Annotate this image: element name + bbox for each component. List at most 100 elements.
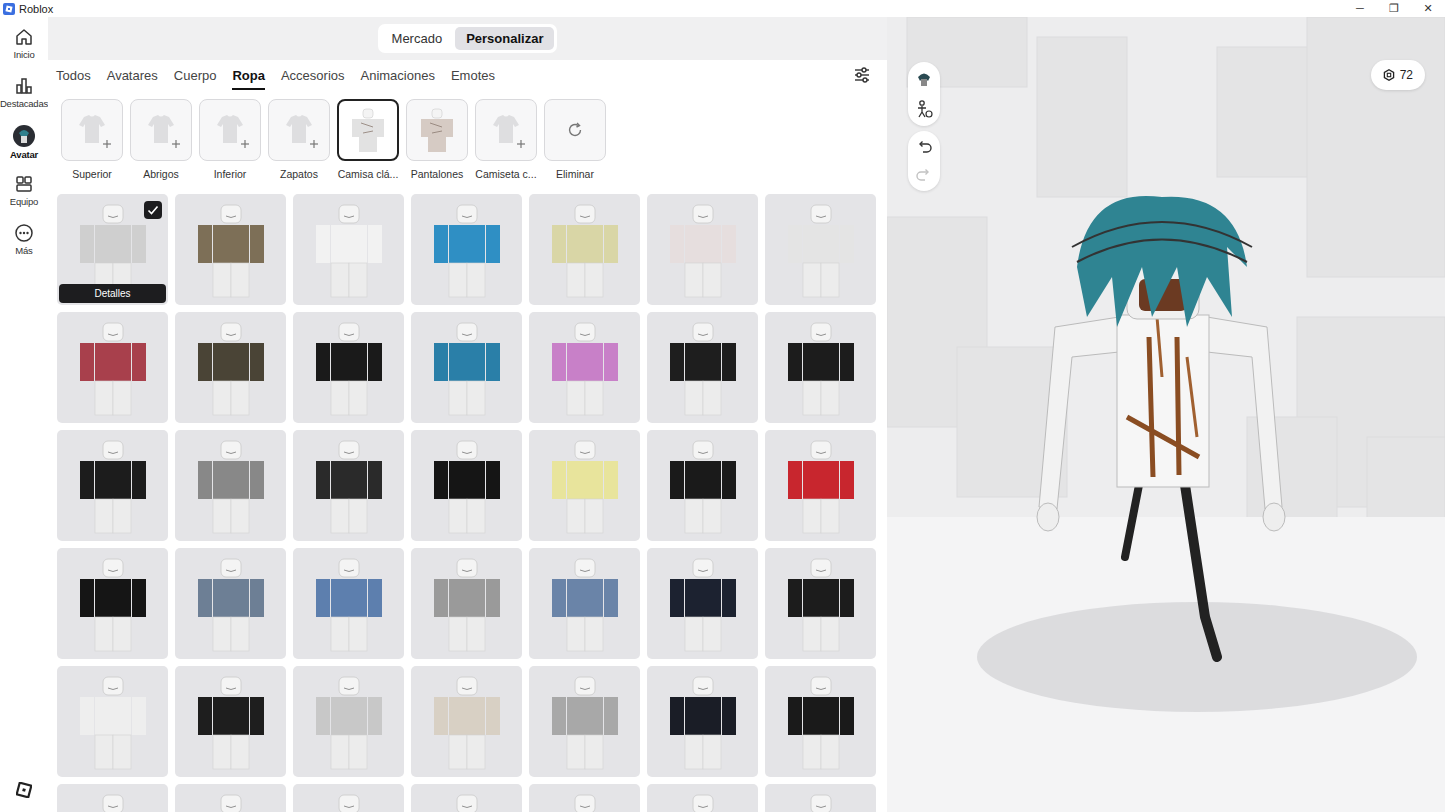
item-card[interactable]: [529, 784, 640, 812]
roblox-logo-icon[interactable]: [16, 782, 32, 798]
slot-tile[interactable]: [337, 99, 399, 161]
shirt-thumbnail: [293, 430, 404, 541]
shirt-thumbnail: [411, 548, 522, 659]
clothing-slot[interactable]: Camisa clá...: [337, 99, 399, 180]
redo-icon[interactable]: [914, 165, 934, 185]
undo-icon[interactable]: [914, 137, 934, 157]
category-tab[interactable]: Animaciones: [361, 60, 435, 90]
body-scale-icon[interactable]: [913, 98, 935, 120]
customize-panel: MercadoPersonalizar Todos Avatares Cuerpo R…: [48, 17, 887, 812]
slot-tile[interactable]: [544, 99, 606, 161]
sidebar-item[interactable]: Destacadas: [0, 76, 48, 112]
category-tab[interactable]: Cuerpo: [174, 60, 217, 90]
shirt-thumbnail: [175, 784, 286, 812]
item-card[interactable]: [765, 784, 876, 812]
slot-tile[interactable]: [130, 99, 192, 161]
item-card[interactable]: [647, 312, 758, 423]
item-card[interactable]: [529, 194, 640, 305]
slot-tile[interactable]: [199, 99, 261, 161]
item-card[interactable]: [175, 666, 286, 777]
robux-balance[interactable]: 72: [1371, 60, 1425, 90]
shirt-thumbnail: [765, 312, 876, 423]
item-card[interactable]: [293, 312, 404, 423]
item-card[interactable]: [411, 430, 522, 541]
item-card[interactable]: [647, 784, 758, 812]
clothing-slot[interactable]: Inferior: [199, 99, 261, 180]
item-card[interactable]: [293, 666, 404, 777]
details-button[interactable]: Detalles: [59, 284, 166, 303]
category-tab[interactable]: Ropa: [232, 60, 265, 90]
window-control-button[interactable]: ─: [1343, 2, 1377, 15]
item-card[interactable]: [647, 548, 758, 659]
slot-label: Abrigos: [143, 168, 179, 180]
item-card[interactable]: [529, 312, 640, 423]
category-tabs: Todos Avatares Cuerpo Ropa Accesorios Animaci…: [48, 60, 887, 90]
window-control-button[interactable]: ❐: [1377, 2, 1411, 15]
item-card[interactable]: [411, 784, 522, 812]
item-card[interactable]: [293, 548, 404, 659]
item-card[interactable]: [175, 194, 286, 305]
item-card[interactable]: [647, 430, 758, 541]
item-card[interactable]: [57, 430, 168, 541]
sidebar-item[interactable]: Inicio: [0, 27, 48, 63]
mode-toggle-option[interactable]: Personalizar: [455, 27, 554, 50]
item-card[interactable]: [57, 666, 168, 777]
item-card[interactable]: [293, 784, 404, 812]
slot-label: Inferior: [214, 168, 247, 180]
shirt-thumbnail: [529, 430, 640, 541]
sidebar-label: Equipo: [10, 196, 38, 207]
clothing-slot[interactable]: Zapatos: [268, 99, 330, 180]
item-card[interactable]: [765, 548, 876, 659]
window-control-button[interactable]: ✕: [1411, 2, 1445, 15]
item-card[interactable]: [175, 312, 286, 423]
sidebar-item[interactable]: Más: [0, 223, 48, 259]
sidebar-item[interactable]: Avatar: [0, 125, 48, 161]
avatar-head-icon[interactable]: [913, 68, 935, 90]
item-card[interactable]: [647, 666, 758, 777]
clothing-slot[interactable]: Superior: [61, 99, 123, 180]
slot-tile[interactable]: [61, 99, 123, 161]
robux-amount: 72: [1400, 68, 1413, 82]
clothing-slot[interactable]: Eliminar: [544, 99, 606, 180]
equipped-item-thumbnail: [412, 105, 462, 155]
shirt-thumbnail: [647, 430, 758, 541]
item-card[interactable]: [765, 194, 876, 305]
slot-tile[interactable]: [268, 99, 330, 161]
slot-tile[interactable]: [406, 99, 468, 161]
item-card[interactable]: [529, 430, 640, 541]
item-card[interactable]: Detalles: [57, 194, 168, 305]
sidebar-item[interactable]: Equipo: [0, 174, 48, 210]
window-controls: ─❐✕: [1343, 2, 1445, 15]
item-card[interactable]: [529, 666, 640, 777]
item-card[interactable]: [57, 784, 168, 812]
item-card[interactable]: [765, 430, 876, 541]
item-card[interactable]: [647, 194, 758, 305]
item-card[interactable]: [293, 430, 404, 541]
category-tab[interactable]: Emotes: [451, 60, 495, 90]
item-card[interactable]: [411, 666, 522, 777]
item-card[interactable]: [293, 194, 404, 305]
item-card[interactable]: [765, 312, 876, 423]
clothing-slot[interactable]: Pantalones: [406, 99, 468, 180]
slot-tile[interactable]: [475, 99, 537, 161]
clothing-slot[interactable]: Abrigos: [130, 99, 192, 180]
item-card[interactable]: [411, 312, 522, 423]
category-tab[interactable]: Avatares: [107, 60, 158, 90]
equipped-item-thumbnail: [343, 105, 393, 155]
item-card[interactable]: [175, 784, 286, 812]
category-tab[interactable]: Todos: [56, 60, 91, 90]
clothing-slots: Superior Abrigos Inferior Zapatos Camisa…: [48, 90, 887, 186]
item-card[interactable]: [765, 666, 876, 777]
item-card[interactable]: [411, 548, 522, 659]
item-card[interactable]: [57, 548, 168, 659]
item-card[interactable]: [57, 312, 168, 423]
filter-sliders-icon[interactable]: [853, 66, 871, 84]
item-card[interactable]: [175, 548, 286, 659]
item-card[interactable]: [175, 430, 286, 541]
item-card[interactable]: [529, 548, 640, 659]
clothing-slot[interactable]: Camiseta c...: [475, 99, 537, 180]
category-tab[interactable]: Accesorios: [281, 60, 345, 90]
mode-toggle-option[interactable]: Mercado: [381, 27, 454, 50]
item-card[interactable]: [411, 194, 522, 305]
avatar-preview[interactable]: 72: [887, 17, 1445, 812]
